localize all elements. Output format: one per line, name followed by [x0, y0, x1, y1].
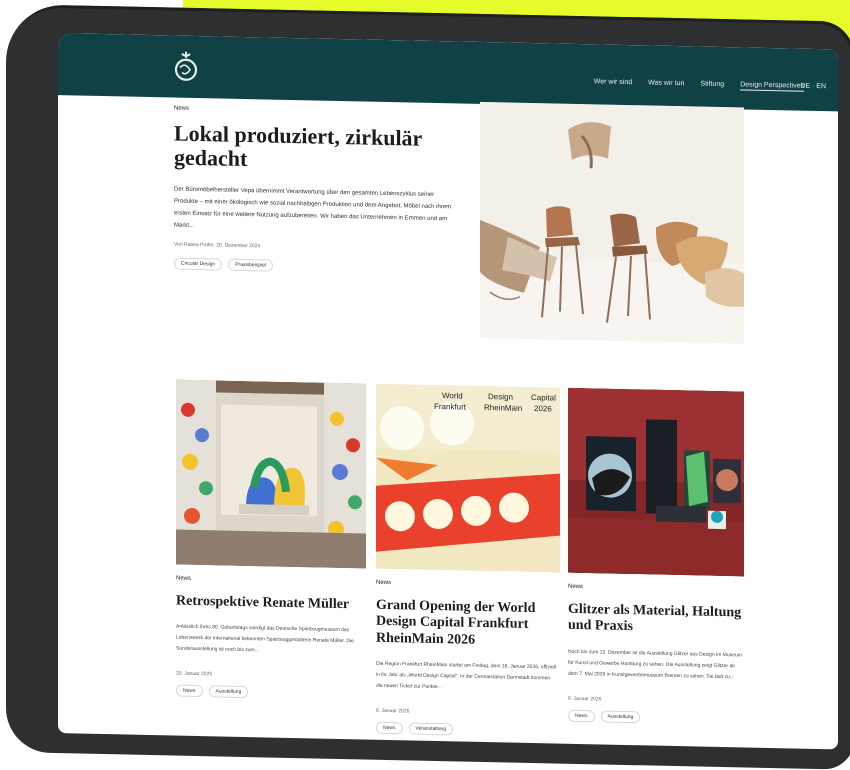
- hero-title[interactable]: Lokal produziert, zirkulär gedacht: [174, 121, 474, 176]
- card-world-design-capital: News Grand Opening der World Design Capi…: [376, 580, 558, 738]
- main-navigation: Wer wir sind Was wir tun Stiftung Design…: [594, 78, 804, 92]
- card-meta: 20. Januar 2025: [176, 670, 213, 678]
- nav-link-design-perspectives[interactable]: Design Perspectives: [740, 81, 804, 92]
- card-tags: News Ausstellung: [568, 709, 744, 725]
- tag-circular-design[interactable]: Circular Design: [174, 257, 223, 271]
- foundation-logo[interactable]: [173, 49, 199, 84]
- retrospektive-card-image[interactable]: [176, 379, 366, 569]
- card-text: Noch bis zum 12. Dezember ist die Ausste…: [568, 648, 742, 680]
- hero-text: Der Büromöbelhersteller Vepa übernimmt V…: [174, 186, 452, 230]
- language-switch[interactable]: DE · EN: [800, 83, 826, 91]
- hero-meta: Von Rabea Prüfer, 20. Dezember 2024: [174, 241, 261, 250]
- card-eyebrow: News: [568, 583, 584, 591]
- card-eyebrow: News: [376, 579, 392, 587]
- hero-image[interactable]: [480, 101, 744, 344]
- card-meta: 6. Januar 2026: [568, 695, 602, 703]
- card-text: Anlässlich ihres 80. Geburtstags würdigt…: [176, 623, 354, 654]
- hero-eyebrow: News: [174, 105, 190, 112]
- glitzer-card-image[interactable]: [568, 387, 744, 577]
- tag-news[interactable]: News: [376, 721, 403, 735]
- nav-link-stiftung[interactable]: Stiftung: [700, 81, 724, 90]
- card-title[interactable]: Grand Opening der World Design Capital F…: [376, 597, 558, 650]
- tag-veranstaltung[interactable]: Veranstaltung: [408, 722, 454, 736]
- hero-article: News Lokal produziert, zirkulär gedacht …: [174, 106, 474, 277]
- card-eyebrow: News: [176, 575, 192, 582]
- card-retrospektive: News Retrospektive Renate Müller Anlässl…: [176, 576, 358, 701]
- world-design-capital-card-image[interactable]: World Design Capital Frankfurt RheinMain…: [376, 383, 560, 573]
- poster-word-world: World: [442, 391, 463, 400]
- poster-word-rheinmain: RheinMain: [484, 403, 522, 413]
- card-title[interactable]: Retrospektive Renate Müller: [176, 593, 358, 613]
- poster-word-design: Design: [488, 392, 513, 402]
- tag-news[interactable]: News: [568, 709, 595, 722]
- tag-praxisbeispiel[interactable]: Praxisbeispiel: [228, 258, 274, 272]
- card-title[interactable]: Glitzer als Material, Haltung und Praxis: [568, 601, 744, 638]
- poster-word-frankfurt: Frankfurt: [434, 402, 467, 412]
- tag-news[interactable]: News: [176, 684, 203, 698]
- poster-word-2026: 2026: [534, 404, 552, 413]
- card-tags: News Veranstaltung: [376, 721, 558, 738]
- card-tags: News Ausstellung: [176, 684, 358, 701]
- tag-ausstellung[interactable]: Ausstellung: [600, 710, 641, 723]
- hero-tags: Circular Design Praxisbeispiel: [174, 257, 474, 276]
- card-text: Die Region Frankfurt RheinMain startet a…: [376, 660, 556, 691]
- poster-word-capital: Capital: [531, 393, 556, 403]
- site-navbar: Wer wir sind Was wir tun Stiftung Design…: [58, 33, 838, 112]
- tablet-device: Wer wir sind Was wir tun Stiftung Design…: [6, 4, 850, 770]
- nav-link-was-wir-tun[interactable]: Was wir tun: [648, 79, 684, 89]
- tablet-screen: Wer wir sind Was wir tun Stiftung Design…: [58, 33, 838, 750]
- card-meta: 6. Januar 2026: [376, 707, 410, 715]
- tag-ausstellung[interactable]: Ausstellung: [208, 685, 249, 699]
- card-glitzer: News Glitzer als Material, Haltung und P…: [568, 584, 744, 725]
- nav-link-wer-wir-sind[interactable]: Wer wir sind: [594, 78, 632, 88]
